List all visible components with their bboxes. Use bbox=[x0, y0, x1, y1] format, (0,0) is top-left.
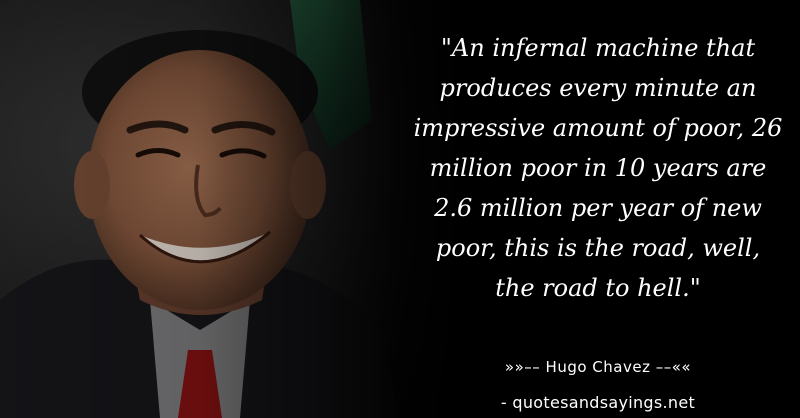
quote-line: 2.6 million per year of new bbox=[434, 194, 762, 222]
ear-right bbox=[290, 151, 326, 219]
quote-line: poor, this is the road, well, bbox=[435, 234, 761, 262]
quote-line: impressive amount of poor, 26 bbox=[413, 114, 783, 142]
quote-text: "An infernal machine that produces every… bbox=[405, 28, 791, 308]
quote-image: "An infernal machine that produces every… bbox=[0, 0, 800, 418]
face-shape bbox=[88, 50, 312, 310]
ear-left bbox=[74, 151, 110, 219]
quote-line: produces every minute an bbox=[439, 74, 757, 102]
site-credit: - quotesandsayings.net bbox=[500, 393, 696, 412]
quote-line: "An infernal machine that bbox=[440, 34, 756, 62]
quote-line: the road to hell." bbox=[495, 274, 701, 302]
quote-author: »»–– Hugo Chavez ––«« bbox=[504, 358, 692, 376]
quote-line: million poor in 10 years are bbox=[429, 154, 767, 182]
